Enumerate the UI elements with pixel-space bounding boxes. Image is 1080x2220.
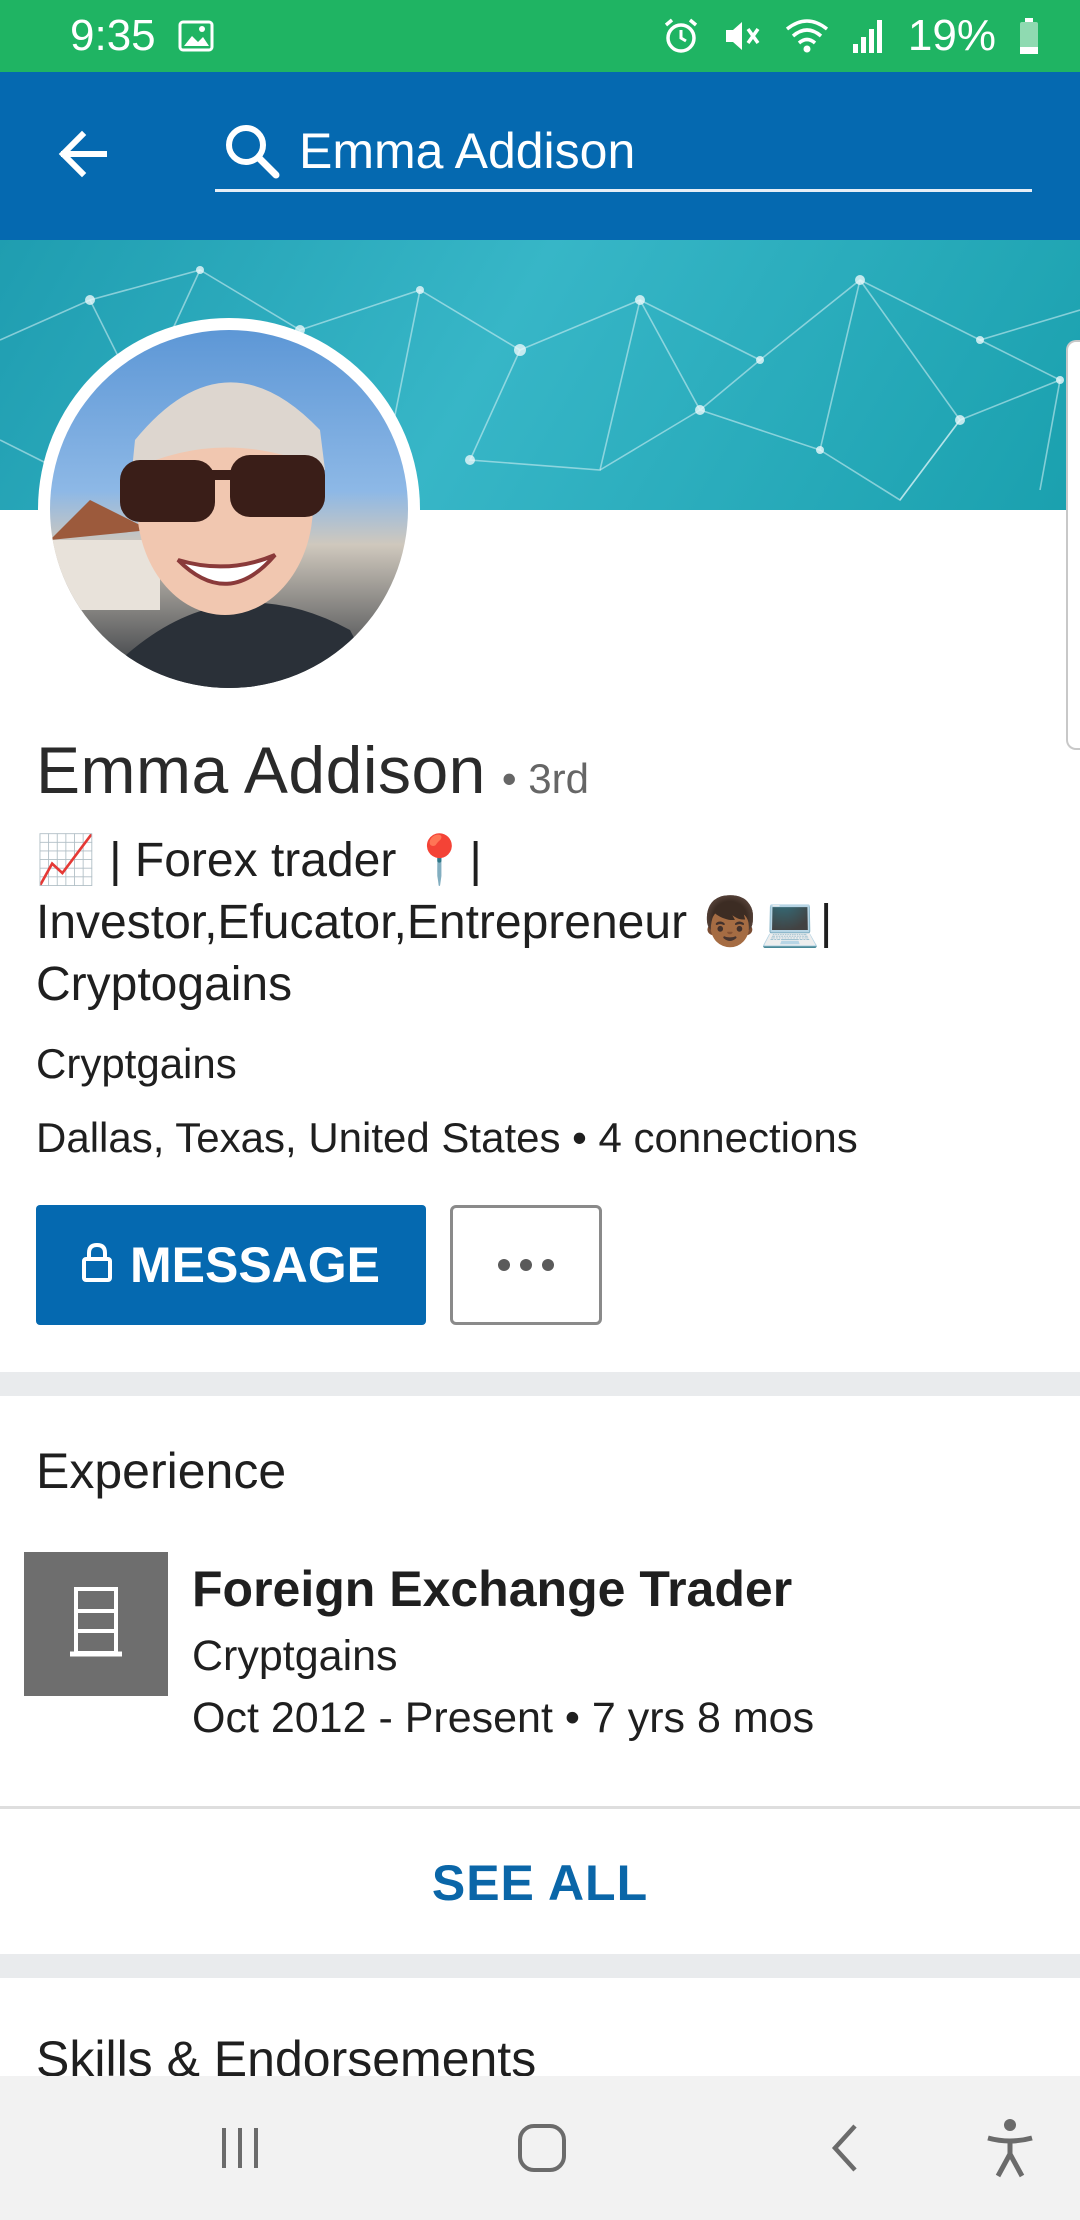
battery-percent: 19% [907,11,996,60]
system-nav-bar [0,2076,1080,2220]
battery-icon [1018,17,1040,55]
back-nav-icon[interactable] [785,2076,905,2220]
name-row: Emma Addison • 3rd [36,732,589,808]
see-all-button[interactable]: SEE ALL [0,1812,1080,1954]
app-bar [0,72,1080,240]
wifi-icon [784,17,830,55]
section-divider [0,1372,1080,1396]
signal-icon [852,18,886,54]
section-divider [0,1954,1080,1978]
experience-item-company: Cryptgains [192,1632,398,1680]
experience-item-logo[interactable] [24,1552,168,1696]
lock-icon [81,1236,112,1294]
message-button-label: MESSAGE [129,1237,381,1293]
search-bar[interactable] [215,112,1032,192]
status-bar: 9:35 19% [0,0,1080,72]
home-icon[interactable] [482,2076,602,2220]
more-options-button[interactable] [450,1205,602,1325]
scroll-indicator[interactable] [1066,340,1080,750]
search-input[interactable] [299,121,999,180]
status-time: 9:35 [70,11,156,60]
image-icon [178,20,214,52]
alarm-icon [662,17,700,55]
connection-degree: • 3rd [501,755,589,802]
location-connections: Dallas, Texas, United States • 4 connect… [36,1114,858,1161]
experience-section-title: Experience [36,1443,287,1499]
avatar[interactable] [38,318,420,700]
divider [0,1806,1080,1809]
recent-apps-icon[interactable] [180,2076,300,2220]
back-arrow-icon[interactable] [52,122,116,186]
avatar-photo [50,330,408,688]
profile-name: Emma Addison [36,733,486,807]
current-company: Cryptgains [36,1040,237,1087]
mute-icon [722,17,762,55]
message-button[interactable]: MESSAGE [36,1205,426,1325]
search-icon [221,120,283,182]
building-icon [70,1586,122,1663]
experience-item-title[interactable]: Foreign Exchange Trader [192,1560,792,1618]
experience-item-dates: Oct 2012 - Present • 7 yrs 8 mos [192,1694,815,1742]
accessibility-icon[interactable] [950,2076,1070,2220]
more-horizontal-icon [498,1259,554,1271]
profile-headline: 📈 | Forex trader 📍| Investor,Efucator,En… [36,834,833,1011]
